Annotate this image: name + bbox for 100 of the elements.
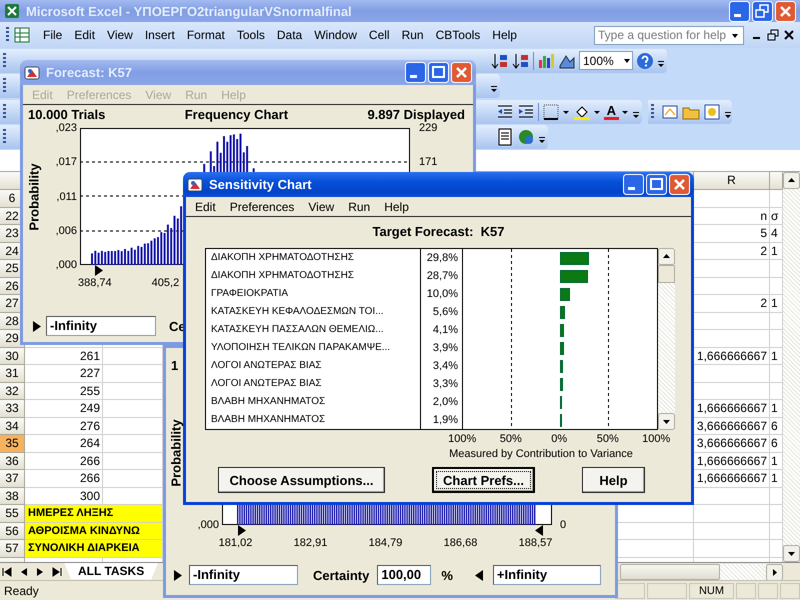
menu-item[interactable]: Edit xyxy=(188,200,223,214)
range-marker-icon xyxy=(33,320,41,332)
borders-icon[interactable] xyxy=(542,102,560,121)
scroll-right-button[interactable] xyxy=(766,564,783,580)
menu-item[interactable]: Run xyxy=(396,28,430,42)
lower-bound-field[interactable]: -Infinity xyxy=(46,316,156,336)
axis-tick-label: ,017 xyxy=(56,156,77,168)
excel-icon xyxy=(4,3,20,19)
horizontal-scrollbar[interactable] xyxy=(620,564,783,580)
scroll-up-button[interactable] xyxy=(658,248,675,265)
document-icon[interactable] xyxy=(496,128,514,146)
axis-tick-label: ,011 xyxy=(56,190,77,202)
menu-item[interactable]: Help xyxy=(377,200,416,214)
sort-ascending-icon[interactable] xyxy=(491,52,509,70)
trials-count: 1 xyxy=(171,358,178,373)
vertical-scrollbar[interactable] xyxy=(658,248,675,430)
range-marker-icon xyxy=(174,570,182,580)
row-header: 56 xyxy=(0,522,25,540)
lower-bound-field[interactable]: -Infinity xyxy=(189,565,298,585)
menu-item[interactable]: Cell xyxy=(362,28,396,42)
table-cell: ΑΘΡΟΙΣΜΑ ΚΙΝΔΥΝΩ xyxy=(25,522,163,540)
chart-icon[interactable] xyxy=(537,52,555,70)
table-cell: 255 xyxy=(25,382,103,400)
axis-tick-label: 182,91 xyxy=(292,537,328,549)
menu-item[interactable]: Insert xyxy=(138,28,181,42)
maximize-button[interactable] xyxy=(646,174,667,195)
table-cell: ΛΟΓΟΙ ΑΝΩΤΕΡΑΣ ΒΙΑΣ xyxy=(206,357,421,375)
vertical-scrollbar[interactable] xyxy=(783,172,800,562)
menu-item[interactable]: View xyxy=(101,28,139,42)
table-cell: 29,8% xyxy=(421,249,463,267)
dialog-button[interactable]: Help xyxy=(582,467,645,493)
help-search-field[interactable]: Type a question for help xyxy=(594,26,744,44)
range-marker-icon xyxy=(95,265,103,276)
font-color-button[interactable]: A xyxy=(604,104,619,120)
table-cell: ΚΑΤΑΣΚΕΥΗ ΠΑΣΣΑΛΩΝ ΘΕΜΕΛΙΩ... xyxy=(206,321,421,339)
table-cell: 227 xyxy=(25,365,103,382)
table-cell: 3,9% xyxy=(421,339,463,357)
table-cell: 249 xyxy=(25,400,103,418)
column-header xyxy=(770,172,783,190)
menu-item[interactable]: Tools xyxy=(230,28,271,42)
scrollbar-thumb[interactable] xyxy=(658,265,675,283)
row-header: 35 xyxy=(0,435,25,452)
table-cell: 3,3% xyxy=(421,375,463,393)
row-header: 38 xyxy=(0,488,25,505)
table-cell: ΗΜΕΡΕΣ ΛΗΞΗΣ xyxy=(25,505,163,522)
certainty-label: Certainty xyxy=(313,568,370,582)
displayed-count: 9.897 Displayed xyxy=(367,107,465,123)
row-header: 31 xyxy=(0,365,25,382)
menu-item[interactable]: Format xyxy=(180,28,231,42)
app-icon xyxy=(24,64,40,80)
table-cell: 3,4% xyxy=(421,357,463,375)
scroll-down-button[interactable] xyxy=(658,413,675,430)
dialog-button[interactable]: Choose Assumptions... xyxy=(218,467,385,493)
column-header: R xyxy=(694,172,770,190)
menu-item[interactable]: Help xyxy=(486,28,523,42)
table-cell: 28,7% xyxy=(421,267,463,285)
upper-bound-field[interactable]: +Infinity xyxy=(492,565,601,585)
axis-tick-label: 229 xyxy=(419,122,438,134)
menu-item[interactable]: File xyxy=(37,28,68,42)
restore-button[interactable] xyxy=(766,28,780,42)
axis-tick-label: 181,02 xyxy=(218,537,254,549)
axis-tick-label: 184,79 xyxy=(368,537,404,549)
workbook-icon[interactable] xyxy=(13,26,31,44)
table-cell: 261 xyxy=(25,348,103,365)
window-title: Sensitivity Chart xyxy=(209,177,312,192)
table-cell: ΔΙΑΚΟΠΗ ΧΡΗΜΑΤΟΔΟΤΗΣΗΣ xyxy=(206,267,421,285)
row-header: 55 xyxy=(0,505,25,522)
table-cell: ΒΛΑΒΗ ΜΗΧΑΝΗΜΑΤΟΣ xyxy=(206,411,421,429)
table-cell: 10,0% xyxy=(421,285,463,303)
axis-title: Measured by Contribution to Variance xyxy=(448,448,634,460)
menu-item[interactable]: Preferences xyxy=(222,200,302,214)
row-header: 34 xyxy=(0,418,25,435)
axis-tick-label: 0 xyxy=(560,519,566,531)
menu-item[interactable]: Data xyxy=(270,28,308,42)
table-cell: ΒΛΑΒΗ ΜΗΧΑΝΗΜΑΤΟΣ xyxy=(206,393,421,411)
axis-tick-label: 186,68 xyxy=(442,537,478,549)
scroll-down-button[interactable] xyxy=(783,545,800,562)
row-header: 32 xyxy=(0,382,25,400)
table-cell: ΓΡΑΦΕΙΟΚΡΑΤΙΑ xyxy=(206,285,421,303)
axis-tick-label: ,023 xyxy=(56,122,77,134)
menu-item[interactable]: Run xyxy=(341,200,378,214)
zoom-dropdown[interactable]: 100% xyxy=(579,51,633,70)
maximize-button[interactable] xyxy=(428,62,449,83)
axis-tick-label: 50% xyxy=(498,433,523,445)
menu-item[interactable]: Window xyxy=(308,28,363,42)
scrollbar-thumb[interactable] xyxy=(620,564,720,580)
text-box-icon[interactable] xyxy=(661,102,679,121)
scroll-up-button[interactable] xyxy=(783,172,800,189)
certainty-field[interactable]: 100,00 xyxy=(377,565,432,585)
chart-title: Frequency Chart xyxy=(184,107,288,123)
menu-item[interactable]: View xyxy=(301,200,342,214)
axis-tick-label: 100% xyxy=(641,433,672,445)
dialog-button[interactable]: Chart Prefs... xyxy=(432,467,535,493)
table-cell: 1,9% xyxy=(421,411,463,429)
sheet-tab[interactable]: ALL TASKS xyxy=(64,562,158,580)
close-button[interactable] xyxy=(782,28,796,42)
menu-item[interactable]: Edit xyxy=(68,28,102,42)
sort-descending-icon[interactable] xyxy=(512,52,530,70)
range-marker-icon xyxy=(474,570,483,580)
menu-item[interactable]: CBTools xyxy=(430,28,486,42)
